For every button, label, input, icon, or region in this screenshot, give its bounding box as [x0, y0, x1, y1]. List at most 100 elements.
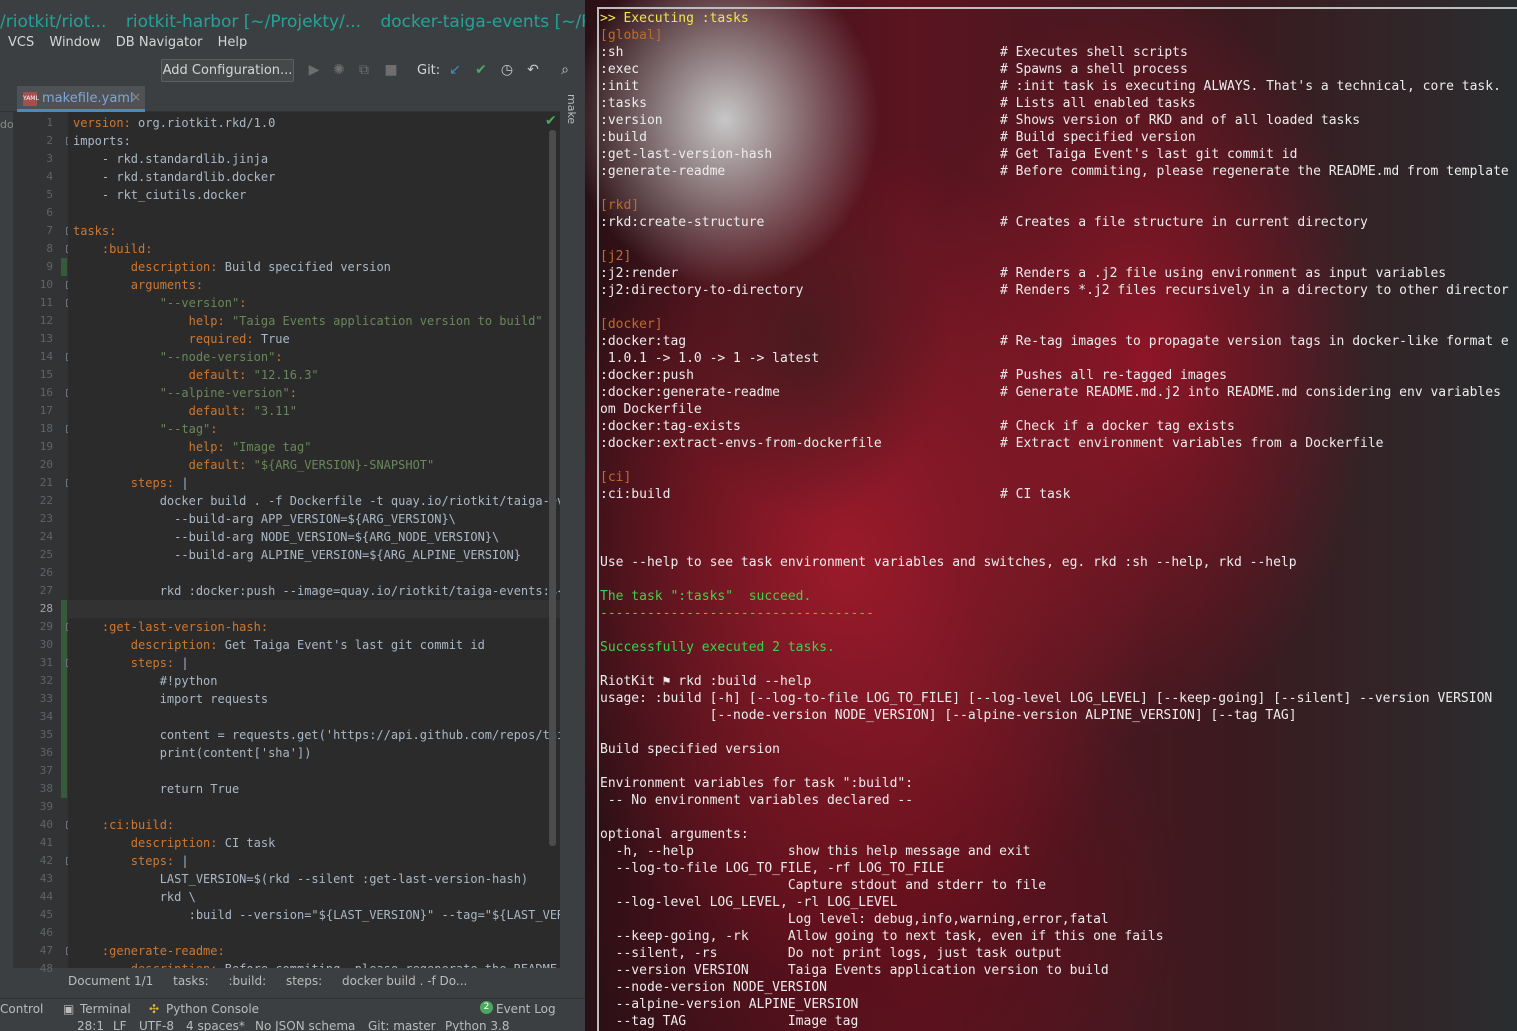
task-description: # Creates a file structure in current di… — [1000, 215, 1368, 230]
terminal-output[interactable]: >> Executing :tasks [global]:sh # Executes… — [600, 10, 1517, 1031]
git-update-icon[interactable]: ↙ — [446, 61, 464, 79]
git-rollback-icon[interactable]: ↶ — [524, 61, 542, 79]
code-line: required: True — [188, 332, 290, 346]
code-line: arguments: — [130, 278, 204, 292]
code-line: description: CI task — [130, 836, 276, 850]
tool-tab-event-log[interactable]: Event Log — [496, 1002, 556, 1016]
option-line: --silent, -rs Do not print logs, just ta… — [600, 946, 1062, 961]
option-line: Capture stdout and stderr to file — [600, 878, 1047, 893]
line-number: 10 — [39, 278, 53, 291]
caret-position[interactable]: 28:1 — [77, 1019, 104, 1031]
breadcrumb-item[interactable]: steps: — [286, 974, 322, 988]
breadcrumb: Document 1/1 tasks: :build: steps: docke… — [68, 974, 560, 996]
task-description: # Lists all enabled tasks — [1000, 96, 1196, 111]
task-name: :docker:tag-exists — [600, 419, 741, 434]
usage-line: usage: :build [-h] [--log-to-file LOG_TO… — [600, 691, 1493, 706]
code-line: docker build . -f Dockerfile -t quay.io/… — [73, 494, 560, 508]
line-number: 39 — [39, 800, 53, 813]
code-line: tasks: — [73, 224, 117, 238]
git-commit-icon[interactable]: ✔ — [472, 61, 490, 79]
line-number: 41 — [39, 836, 53, 849]
breadcrumb-item[interactable]: docker build . -f Do... — [342, 974, 467, 988]
line-number: 37 — [39, 764, 53, 777]
task-name: :j2:render — [600, 266, 679, 281]
line-number: 27 — [39, 584, 53, 597]
git-history-icon[interactable]: ◷ — [498, 61, 516, 79]
code-line: steps: | — [130, 656, 189, 670]
code-line: - rkd.standardlib.docker — [101, 170, 276, 184]
line-number: 16 — [39, 386, 53, 399]
line-number: 45 — [39, 908, 53, 921]
code-line: "--version": — [159, 296, 247, 310]
line-number: 17 — [39, 404, 53, 417]
line-number: 15 — [39, 368, 53, 381]
python-icon: ✣ — [149, 1002, 160, 1016]
menu-db-navigator[interactable]: DB Navigator — [116, 35, 203, 50]
add-configuration-button[interactable]: Add Configuration... — [161, 59, 294, 82]
breadcrumb-item[interactable]: tasks: — [173, 974, 209, 988]
line-number: 38 — [39, 782, 53, 795]
current-line-highlight — [68, 600, 560, 618]
line-number: 29 — [39, 620, 53, 633]
run-icon[interactable]: ▶ — [305, 61, 323, 79]
option-line: --tag TAG Image tag — [600, 1014, 859, 1029]
python-interpreter[interactable]: Python 3.8 — [445, 1019, 510, 1031]
menu-window[interactable]: Window — [49, 35, 100, 50]
debug-icon[interactable]: ✺ — [330, 61, 348, 79]
tool-tab-python-console[interactable]: Python Console — [166, 1002, 259, 1016]
file-encoding[interactable]: UTF-8 — [139, 1019, 174, 1031]
search-icon[interactable]: ⌕ — [556, 61, 574, 79]
indent-setting[interactable]: 4 spaces* — [186, 1019, 245, 1031]
toolbar: Add Configuration... ▶ ✺ ⧉ ■ Git: ↙ ✔ ◷ … — [0, 57, 585, 85]
json-schema[interactable]: No JSON schema — [255, 1019, 355, 1031]
git-branch[interactable]: Git: master — [368, 1019, 436, 1031]
git-label: Git: — [417, 63, 441, 78]
event-log-badge: 2 — [480, 1001, 493, 1014]
editor-gutter: 1 2 3 4 5 6 7 8 9 10 11 12 13 14 15 16 17 18 19 20 21 22 23 24 2… — [13, 112, 74, 975]
code-line: "--node-version": — [159, 350, 283, 364]
breadcrumb-item[interactable]: Document 1/1 — [68, 974, 153, 988]
menu-help[interactable]: Help — [218, 35, 248, 50]
title-segment[interactable]: docker-taiga-events [~/Pr... — [380, 12, 585, 32]
option-line: --node-version NODE_VERSION — [600, 980, 827, 995]
line-separator[interactable]: LF — [113, 1019, 127, 1031]
right-tool-strip: make — [560, 88, 585, 1000]
breadcrumb-item[interactable]: :build: — [229, 974, 267, 988]
task-description: # Build specified version — [1000, 130, 1196, 145]
code-line: --build-arg NODE_VERSION=${ARG_NODE_VERS… — [73, 530, 500, 544]
line-number: 4 — [46, 170, 53, 183]
stop-icon[interactable]: ■ — [382, 61, 400, 79]
tool-tab-terminal[interactable]: Terminal — [80, 1002, 131, 1016]
code-line: --build-arg ALPINE_VERSION=${ARG_ALPINE_… — [73, 548, 521, 562]
title-segment[interactable]: riotkit-harbor [~/Projekty/... — [126, 12, 361, 32]
code-line: default: "3.11" — [188, 404, 297, 418]
line-number: 47 — [39, 944, 53, 957]
task-name: :j2:directory-to-directory — [600, 283, 804, 298]
code-line: content = requests.get('https://api.gith… — [73, 728, 560, 742]
tab-makefile-yaml[interactable]: YAML makefile.yaml × — [17, 86, 145, 112]
tool-tab-control[interactable]: Control — [0, 1002, 43, 1016]
code-editor[interactable]: version: org.riotkit.rkd/1.0 imports: - r… — [68, 112, 560, 968]
right-strip-label[interactable]: make — [565, 94, 578, 124]
line-number: 31 — [39, 656, 53, 669]
line-number: 46 — [39, 926, 53, 939]
usage-line: [--node-version NODE_VERSION] [--alpine-… — [600, 708, 1297, 723]
close-icon[interactable]: × — [131, 90, 141, 104]
coverage-icon[interactable]: ⧉ — [355, 61, 373, 79]
code-line: default: "12.16.3" — [188, 368, 319, 382]
tool-window-bar: Control ▣ Terminal ✣ Python Console 2 Ev… — [0, 998, 585, 1018]
task-name: :generate-readme — [600, 164, 726, 179]
code-line: "--tag": — [159, 422, 218, 436]
task-group-label: [ci] — [600, 470, 632, 485]
env-header: Environment variables for task ":build": — [600, 776, 914, 791]
task-name: om Dockerfile — [600, 402, 702, 417]
editor-scrollbar[interactable] — [549, 130, 556, 846]
code-line: :ci:build: — [101, 818, 175, 832]
title-segment[interactable]: /riotkit/riot... — [0, 12, 106, 32]
left-strip-label[interactable]: do — [0, 118, 14, 131]
task-group-label: [j2] — [600, 249, 632, 264]
task-success-message: The task ":tasks" succeed. — [600, 589, 812, 604]
task-description: # Get Taiga Event's last git commit id — [1000, 147, 1298, 162]
menu-vcs[interactable]: VCS — [8, 35, 34, 50]
task-description: # Before commiting, please regenerate th… — [1000, 164, 1509, 179]
